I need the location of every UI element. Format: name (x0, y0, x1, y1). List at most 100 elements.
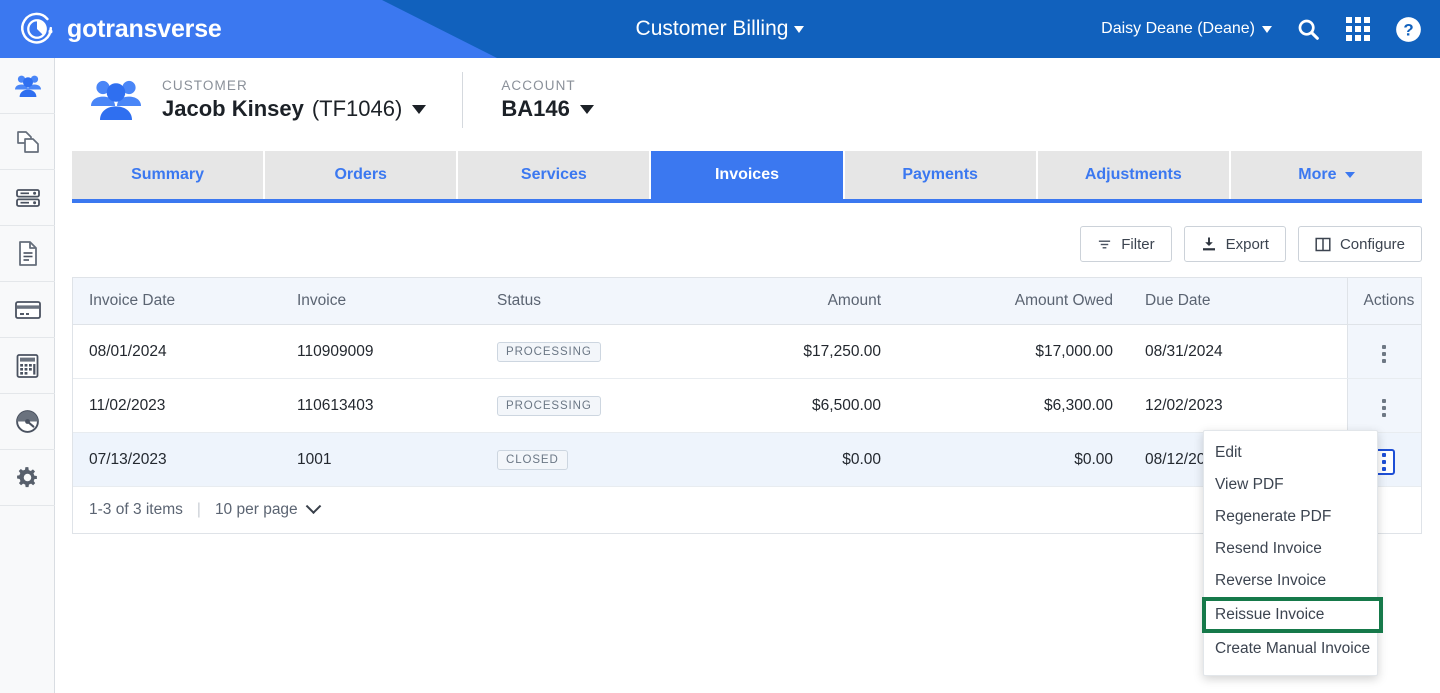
cell-due-date: 12/02/2023 (1129, 378, 1347, 433)
tab-label: Orders (334, 166, 387, 183)
credit-card-icon (14, 300, 41, 319)
cell-amount-owed: $17,000.00 (897, 324, 1129, 379)
account-number: BA146 (501, 96, 570, 121)
row-actions-menu-icon[interactable] (1375, 395, 1393, 421)
account-selector[interactable]: ACCOUNT BA146 (501, 78, 594, 122)
menu-item-create-manual-invoice[interactable]: Create Manual Invoice (1204, 633, 1377, 665)
chevron-down-icon[interactable] (579, 104, 594, 114)
col-amount[interactable]: Amount (695, 278, 897, 325)
cell-invoice-date: 07/13/2023 (73, 432, 281, 487)
col-invoice[interactable]: Invoice (281, 278, 481, 325)
server-rate-icon (15, 188, 40, 207)
tab-label: Invoices (714, 166, 779, 183)
customer-id: (TF1046) (311, 96, 403, 121)
cell-actions (1346, 324, 1421, 379)
col-invoice-date[interactable]: Invoice Date (73, 278, 281, 325)
cell-actions (1346, 378, 1421, 433)
user-menu[interactable]: Daisy Deane (Deane) (1101, 20, 1272, 38)
configure-button[interactable]: Configure (1297, 226, 1422, 262)
tab-invoices[interactable]: Invoices (651, 151, 845, 199)
table-row[interactable]: 11/02/2023 110613403 PROCESSING $6,500.0… (73, 378, 1421, 433)
table-row[interactable]: 08/01/2024 110909009 PROCESSING $17,250.… (73, 324, 1421, 379)
tab-label: Services (520, 166, 587, 183)
cell-invoice-date: 08/01/2024 (73, 324, 281, 379)
col-actions: Actions (1346, 278, 1421, 325)
tab-orders[interactable]: Orders (265, 151, 459, 199)
configure-label: Configure (1339, 235, 1405, 253)
customers-icon (14, 75, 41, 97)
sidebar-item-billing[interactable] (0, 282, 55, 338)
tab-summary[interactable]: Summary (72, 151, 266, 199)
filter-icon (1099, 240, 1111, 248)
tab-services[interactable]: Services (458, 151, 652, 199)
tab-more[interactable]: More (1230, 151, 1422, 199)
copy-pages-icon (16, 130, 39, 153)
sidebar-item-documents[interactable] (0, 226, 55, 282)
sidebar-item-products[interactable] (0, 114, 55, 170)
brand-logo-group[interactable]: gotransverse (18, 0, 222, 58)
chevron-down-icon (1344, 172, 1355, 178)
customer-account-header: CUSTOMER Jacob Kinsey (TF1046) ACCOUNT B… (56, 58, 1440, 142)
chevron-down-icon (794, 25, 805, 33)
cell-amount-owed: $6,300.00 (897, 378, 1129, 433)
col-amount-owed[interactable]: Amount Owed (897, 278, 1129, 325)
cell-invoice-date: 11/02/2023 (73, 378, 281, 433)
sidebar-item-settings[interactable] (0, 450, 55, 506)
cell-amount: $6,500.00 (695, 378, 897, 433)
pagination-range: 1-3 of 3 items (89, 501, 183, 518)
col-due-date[interactable]: Due Date (1129, 278, 1347, 325)
document-icon (18, 241, 37, 266)
sidebar-item-accounting[interactable] (0, 338, 55, 394)
help-circle-icon[interactable]: ? (1394, 15, 1422, 43)
cell-amount-owed: $0.00 (897, 432, 1129, 487)
cell-due-date: 08/31/2024 (1129, 324, 1347, 379)
menu-item-regenerate-pdf[interactable]: Regenerate PDF (1204, 501, 1377, 533)
filter-label: Filter (1121, 235, 1155, 253)
sidebar-item-dashboard[interactable] (0, 394, 55, 450)
search-icon[interactable] (1294, 15, 1322, 43)
apps-grid-icon[interactable] (1344, 15, 1372, 43)
columns-configure-icon (1315, 237, 1331, 251)
left-sidebar (0, 58, 55, 693)
export-label: Export (1225, 235, 1269, 253)
tab-label: Payments (902, 166, 978, 183)
menu-item-resend-invoice[interactable]: Resend Invoice (1204, 533, 1377, 565)
tab-label: Summary (131, 166, 205, 183)
tab-payments[interactable]: Payments (844, 151, 1038, 199)
export-button[interactable]: Export (1183, 226, 1286, 262)
account-value: BA146 (501, 96, 594, 122)
row-actions-menu-icon[interactable] (1375, 341, 1393, 367)
chevron-down-icon (305, 497, 321, 514)
cell-status: CLOSED (481, 432, 695, 487)
customer-selector[interactable]: CUSTOMER Jacob Kinsey (TF1046) (56, 76, 427, 124)
status-badge: PROCESSING (497, 341, 601, 362)
cell-amount: $17,250.00 (695, 324, 897, 379)
chevron-down-icon (1262, 25, 1272, 33)
pagination-separator: | (196, 501, 201, 518)
account-label: ACCOUNT (501, 78, 576, 93)
gotransverse-logo-icon (21, 12, 53, 44)
gauge-icon (16, 410, 39, 433)
col-status[interactable]: Status (481, 278, 695, 325)
menu-item-edit[interactable]: Edit (1204, 437, 1377, 469)
customer-value: Jacob Kinsey (TF1046) (162, 96, 427, 122)
gear-icon (17, 467, 37, 488)
app-title-text: Customer Billing (635, 17, 789, 40)
header-actions: Daisy Deane (Deane) ? (1101, 0, 1422, 58)
per-page-selector[interactable]: 10 per page (214, 497, 321, 519)
menu-item-reverse-invoice[interactable]: Reverse Invoice (1204, 565, 1377, 597)
tab-label: More (1298, 166, 1337, 183)
sidebar-item-rates[interactable] (0, 170, 55, 226)
chevron-down-icon[interactable] (412, 104, 427, 114)
customer-label: CUSTOMER (162, 78, 248, 93)
menu-item-view-pdf[interactable]: View PDF (1204, 469, 1377, 501)
download-export-icon (1202, 237, 1215, 251)
tab-adjustments[interactable]: Adjustments (1037, 151, 1231, 199)
table-toolbar: Filter Export Configure (1080, 226, 1422, 262)
filter-button[interactable]: Filter (1080, 226, 1172, 262)
user-name: Daisy Deane (Deane) (1101, 20, 1255, 37)
status-badge: CLOSED (497, 449, 568, 470)
per-page-label: 10 per page (214, 501, 298, 518)
sidebar-item-customers[interactable] (0, 58, 55, 114)
menu-item-reissue-invoice[interactable]: Reissue Invoice (1202, 597, 1383, 633)
